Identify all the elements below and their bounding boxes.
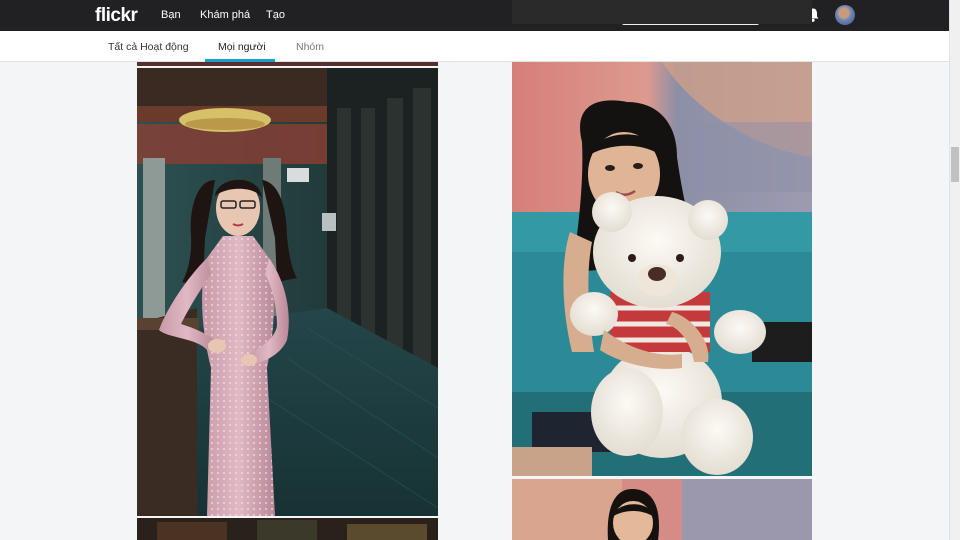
photo-image (137, 68, 438, 516)
photo-partial-top-left[interactable] (137, 62, 438, 66)
nav-create[interactable]: Tạo (266, 9, 285, 21)
photo-partial-bottom-right[interactable] (512, 479, 812, 540)
tab-groups[interactable]: Nhóm (296, 41, 324, 53)
tab-all-activity[interactable]: Tất cả Hoạt động (108, 41, 189, 53)
photo-image (512, 479, 812, 540)
nav-you[interactable]: Bạn (161, 9, 181, 21)
photo-girl-with-teddy-bear[interactable] (512, 62, 812, 476)
scrollbar-thumb[interactable] (951, 147, 959, 182)
page-scrollbar[interactable] (949, 0, 960, 540)
photo-image (137, 518, 438, 540)
photo-woman-pink-ao-dai[interactable] (137, 68, 438, 516)
tab-people[interactable]: Mọi người (218, 41, 266, 53)
avatar[interactable] (835, 5, 855, 25)
active-tab-indicator (205, 59, 275, 62)
nav-explore[interactable]: Khám phá (200, 9, 250, 21)
photo-partial-bottom-left[interactable] (137, 518, 438, 540)
activity-tabs-bar: Tất cả Hoạt động Mọi người Nhóm (0, 31, 949, 62)
flickr-logo[interactable]: flickr (95, 5, 138, 27)
photo-image (512, 62, 812, 476)
photo-partial-top-right[interactable] (512, 0, 812, 24)
